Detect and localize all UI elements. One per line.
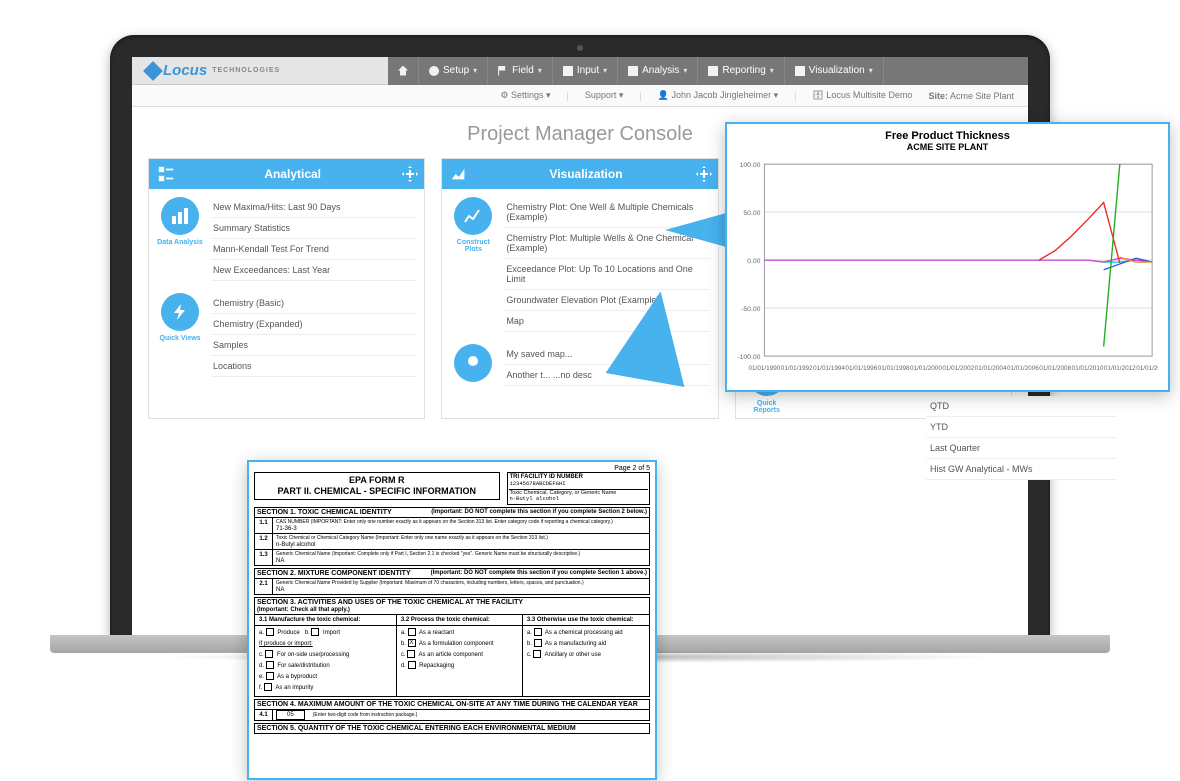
link-item[interactable]: Last Quarter [926, 438, 1116, 459]
link-item[interactable]: New Exceedances: Last Year [211, 260, 416, 281]
settings-menu[interactable]: ⚙ Settings ▾ [500, 90, 550, 101]
link-item[interactable]: YTD [926, 417, 1116, 438]
svg-text:01/01/2006: 01/01/2006 [1007, 365, 1039, 372]
section-4-header: SECTION 4. MAXIMUM AMOUNT OF THE TOXIC C… [254, 699, 650, 710]
nav-visualization[interactable]: Visualization▾ [785, 57, 884, 85]
chart-title: Free Product Thickness [733, 130, 1162, 142]
bar-chart-icon [161, 197, 199, 235]
nav-field[interactable]: Field▾ [488, 57, 553, 85]
bolt-icon [161, 293, 199, 331]
db-menu[interactable]: 🗄 Locus Multisite Demo [812, 90, 912, 101]
svg-text:01/01/2012: 01/01/2012 [1104, 365, 1136, 372]
svg-text:01/01/2008: 01/01/2008 [1039, 365, 1071, 372]
section-5-header: SECTION 5. QUANTITY OF THE TOXIC CHEMICA… [254, 723, 650, 734]
chart-popup: Free Product Thickness ACME SITE PLANT -… [725, 122, 1170, 392]
brand-name: Locus [163, 62, 207, 79]
section-3-header: SECTION 3. ACTIVITIES AND USES OF THE TO… [254, 597, 650, 615]
link-item[interactable]: Summary Statistics [211, 218, 416, 239]
topbar: Locus TECHNOLOGIES Setup▾ Field▾ Input▾ … [132, 57, 1028, 85]
pin-icon [454, 344, 492, 382]
svg-text:01/01/2000: 01/01/2000 [910, 365, 942, 372]
svg-text:01/01/1996: 01/01/1996 [845, 365, 877, 372]
brand-sub: TECHNOLOGIES [212, 67, 280, 74]
nav-setup[interactable]: Setup▾ [419, 57, 488, 85]
wrench-icon [429, 66, 439, 76]
row-1-3: 1.3Generic Chemical Name (Important: Com… [254, 550, 650, 566]
flag-icon [498, 66, 508, 76]
svg-text:-50.00: -50.00 [741, 306, 761, 313]
svg-text:01/01/2004: 01/01/2004 [975, 365, 1007, 372]
svg-text:01/01/1998: 01/01/1998 [878, 365, 910, 372]
row-2-1: 2.1Generic Chemical Name Provided by Sup… [254, 579, 650, 595]
row-1-2: 1.2Toxic Chemical or Chemical Category N… [254, 534, 650, 550]
brand-logo[interactable]: Locus TECHNOLOGIES [132, 62, 294, 79]
analytical-links-1: New Maxima/Hits: Last 90 Days Summary St… [211, 197, 416, 281]
chart-icon [795, 66, 805, 76]
line-chart-icon [450, 165, 468, 183]
analytical-links-2: Chemistry (Basic) Chemistry (Expanded) S… [211, 293, 416, 377]
logo-icon [143, 61, 163, 81]
chart-plot: -100.00-50.000.0050.00100.0001/01/199001… [737, 156, 1158, 376]
link-item[interactable]: Chemistry (Basic) [211, 293, 416, 314]
section-3-cols: 3.1 Manufacture the toxic chemical: 3.2 … [254, 615, 650, 626]
svg-text:01/01/1994: 01/01/1994 [813, 365, 845, 372]
section-2-header: SECTION 2. MIXTURE COMPONENT IDENTITY(Im… [254, 568, 650, 579]
svg-text:-100.00: -100.00 [737, 354, 760, 361]
camera-dot [577, 45, 583, 51]
svg-text:50.00: 50.00 [743, 210, 760, 217]
link-item[interactable]: QTD [926, 396, 1116, 417]
construct-plots-section[interactable]: Construct Plots [450, 197, 496, 332]
sub-toolbar: ⚙ Settings ▾ | Support ▾ | 👤 John Jacob … [132, 85, 1028, 107]
panel-header[interactable]: Analytical [149, 159, 424, 189]
page-indicator: Page 2 of 5 [254, 465, 650, 472]
svg-text:100.00: 100.00 [740, 162, 761, 169]
callout-pointer [606, 284, 700, 387]
quick-views-section[interactable]: Quick Views [157, 293, 203, 377]
link-item[interactable]: Chemistry (Expanded) [211, 314, 416, 335]
link-item[interactable]: New Maxima/Hits: Last 90 Days [211, 197, 416, 218]
svg-text:01/01/1992: 01/01/1992 [781, 365, 813, 372]
row-1-1: 1.1CAS NUMBER (IMPORTANT: Enter only one… [254, 518, 650, 534]
form-popup: Page 2 of 5 EPA FORM RPART II. CHEMICAL … [247, 460, 657, 780]
link-item[interactable]: Exceedance Plot: Up To 10 Locations and … [504, 259, 709, 290]
svg-text:01/01/2010: 01/01/2010 [1072, 365, 1104, 372]
svg-text:01/01/2014: 01/01/2014 [1136, 365, 1158, 372]
move-icon[interactable] [696, 166, 712, 182]
link-item[interactable]: Hist GW Analytical - MWs [926, 459, 1116, 480]
svg-text:0.00: 0.00 [747, 258, 761, 265]
main-menu: Setup▾ Field▾ Input▾ Analysis▾ Reporting… [388, 57, 1028, 85]
list-icon [628, 66, 638, 76]
move-icon[interactable] [402, 166, 418, 182]
doc-icon [708, 66, 718, 76]
plot-icon [454, 197, 492, 235]
facility-id-box: TRI FACILITY ID NUMBER12345678ABCDEFGHI … [507, 472, 650, 505]
form-title: EPA FORM RPART II. CHEMICAL - SPECIFIC I… [254, 472, 500, 500]
link-item[interactable]: Mann-Kendall Test For Trend [211, 239, 416, 260]
user-menu[interactable]: 👤 John Jacob Jingleheimer ▾ [658, 90, 778, 101]
section-1-header: SECTION 1. TOXIC CHEMICAL IDENTITY(Impor… [254, 507, 650, 518]
nav-input[interactable]: Input▾ [553, 57, 618, 85]
home-icon [398, 66, 408, 76]
site-label: Site: Acme Site Plant [928, 91, 1014, 101]
svg-text:01/01/2002: 01/01/2002 [942, 365, 974, 372]
chart-subtitle: ACME SITE PLANT [733, 142, 1162, 152]
nav-analysis[interactable]: Analysis▾ [618, 57, 698, 85]
nav-home[interactable] [388, 57, 419, 85]
quick-reports-links: QTD YTD Last Quarter Hist GW Analytical … [926, 396, 1116, 480]
nav-reporting[interactable]: Reporting▾ [698, 57, 784, 85]
link-item[interactable]: Locations [211, 356, 416, 377]
analytical-icon [157, 165, 175, 183]
link-item[interactable]: Samples [211, 335, 416, 356]
panel-header[interactable]: Visualization [442, 159, 717, 189]
svg-text:01/01/1990: 01/01/1990 [748, 365, 780, 372]
saved-section[interactable] [450, 344, 496, 386]
data-analysis-section[interactable]: Data Analysis [157, 197, 203, 281]
section-3-options: a. Produce b. ImportIf produce or import… [254, 626, 650, 697]
input-icon [563, 66, 573, 76]
row-4-1: 4.105(Enter two-digit code from instruct… [254, 710, 650, 721]
panel-analytical: Analytical Data Analysis New Maxima/Hits… [148, 158, 425, 419]
support-menu[interactable]: Support ▾ [585, 90, 624, 101]
